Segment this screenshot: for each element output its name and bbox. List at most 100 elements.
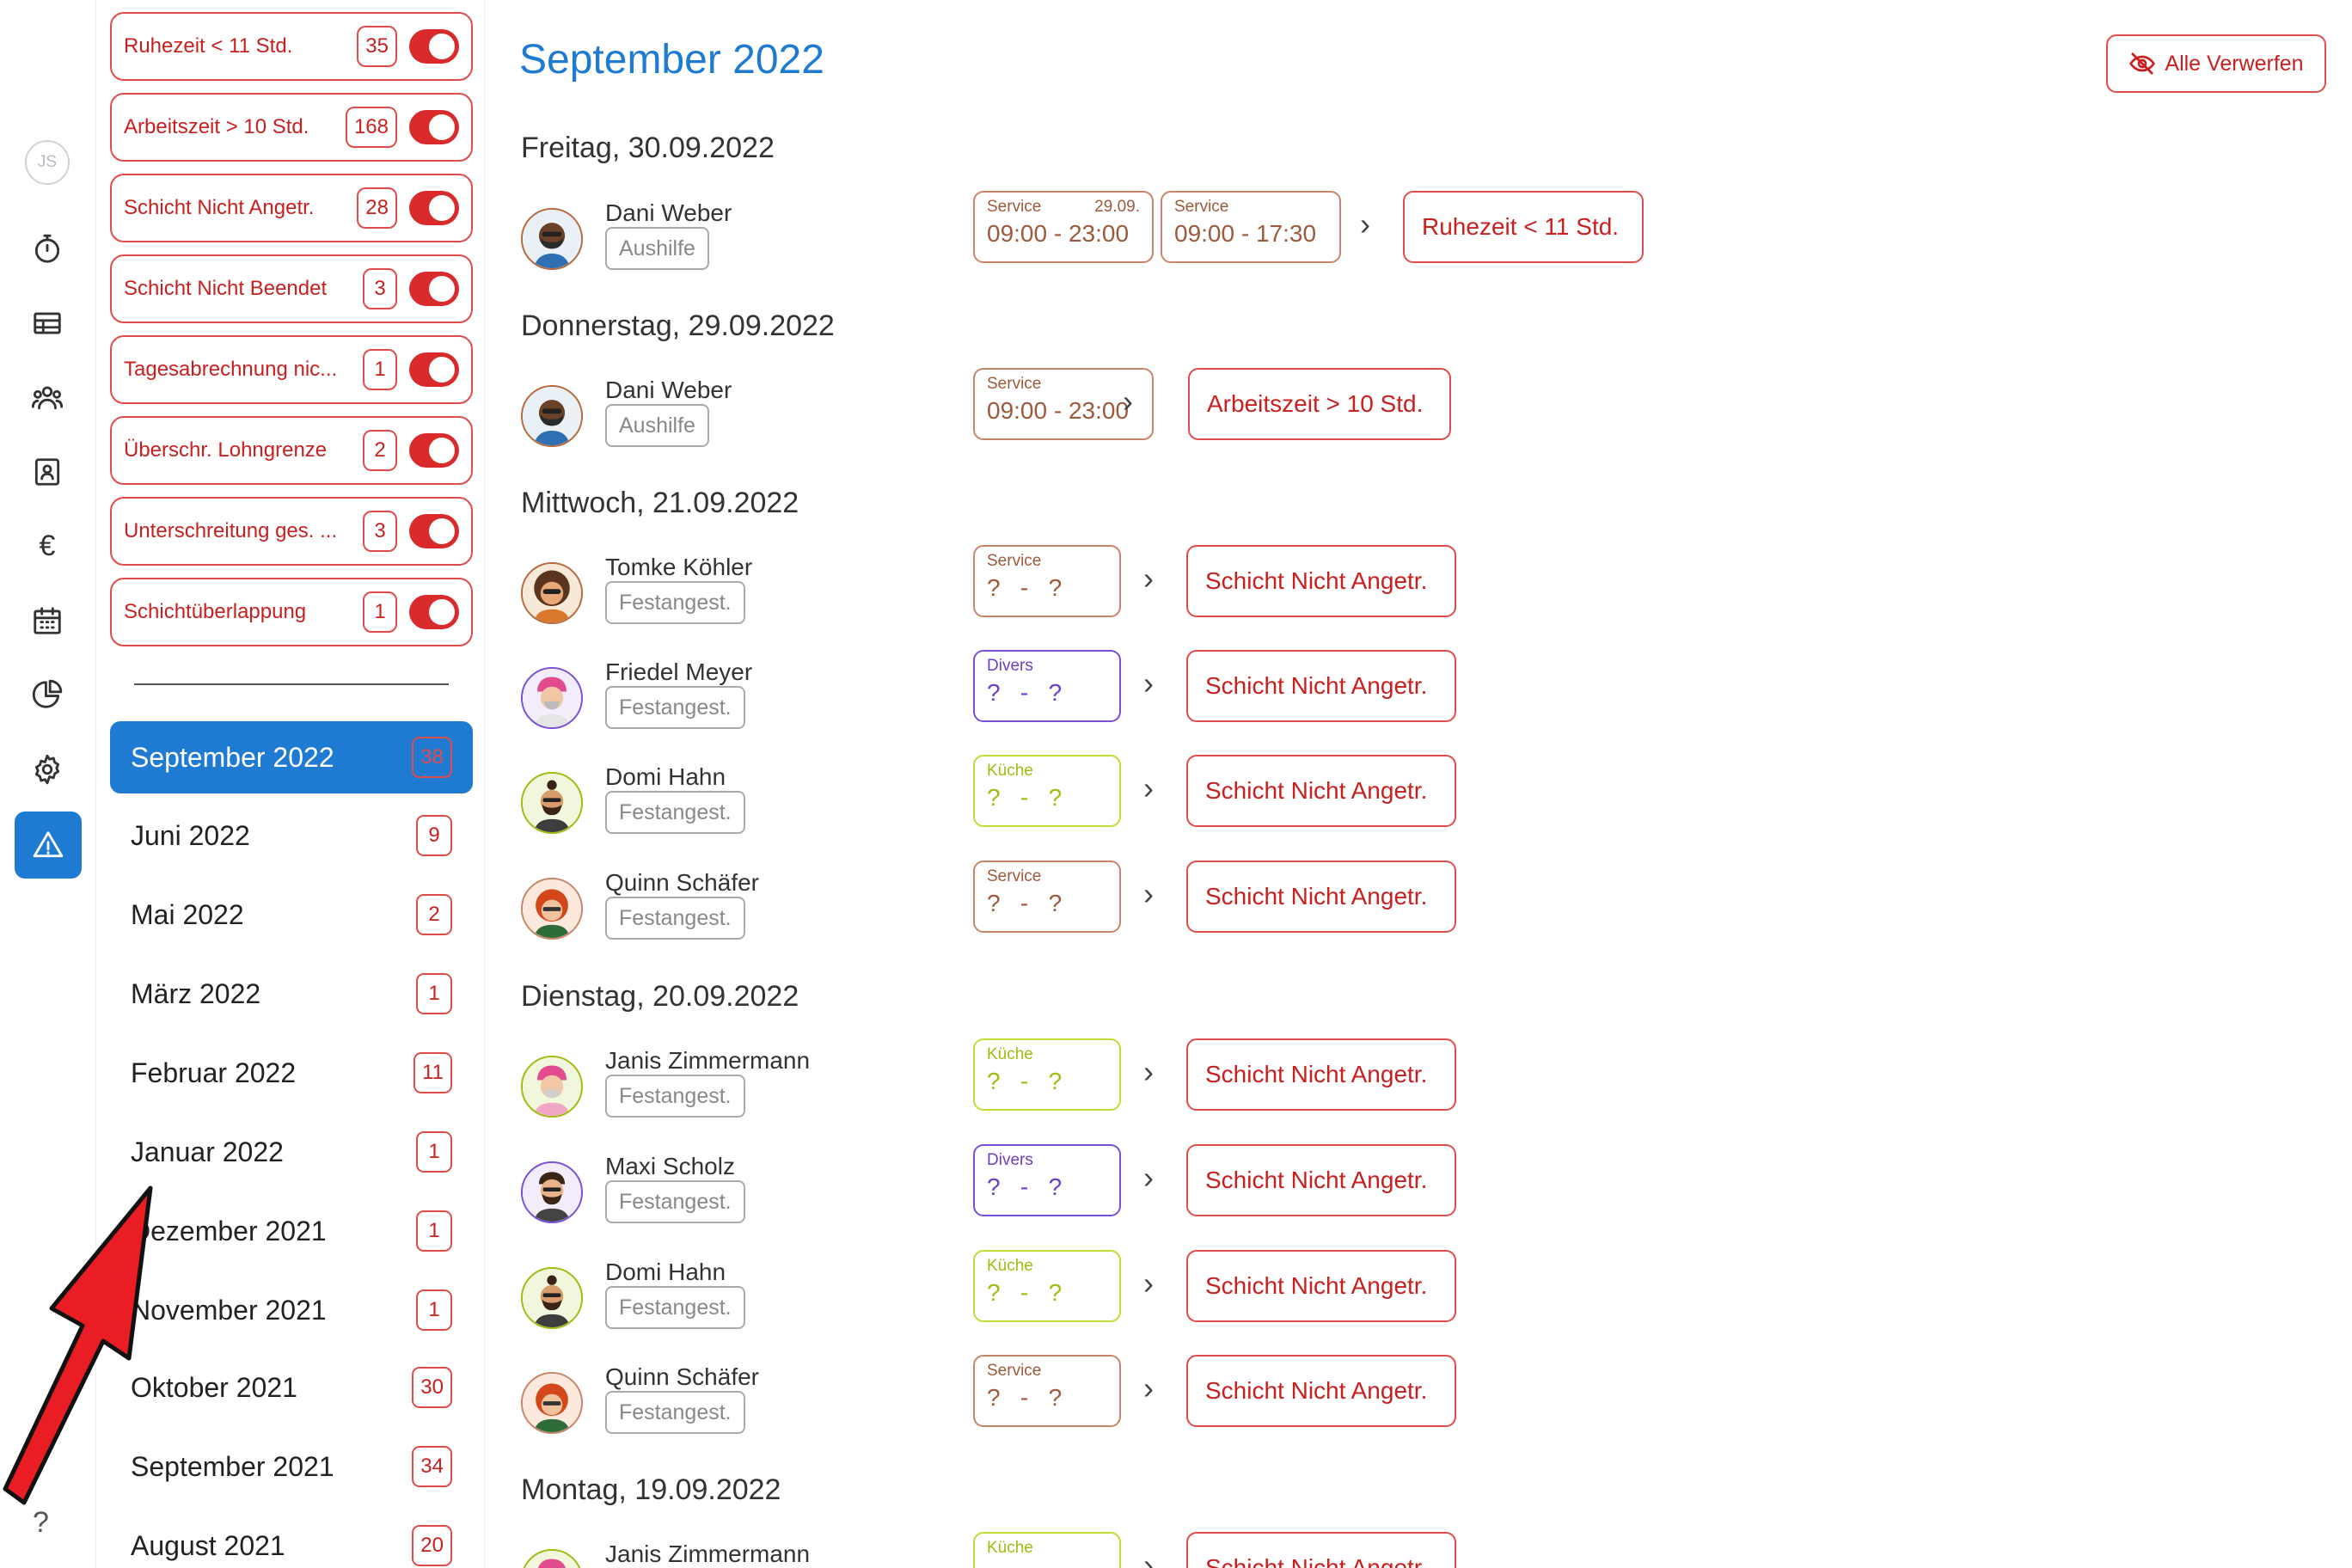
employee-name: Dani Weber [605, 377, 732, 403]
employee-name: Friedel Meyer [605, 658, 753, 685]
month-item[interactable]: Dezember 2021 1 [110, 1195, 473, 1267]
month-item[interactable]: Oktober 2021 30 [110, 1351, 473, 1424]
violation-badge[interactable]: Ruhezeit < 11 Std. [1403, 191, 1644, 263]
filter-row[interactable]: Schicht Nicht Beendet 3 [110, 254, 473, 323]
contact-card-icon[interactable] [22, 447, 72, 497]
employee-role-badge: Festangest. [605, 1075, 745, 1118]
filter-row[interactable]: Ruhezeit < 11 Std. 35 [110, 12, 473, 81]
violation-badge[interactable]: Schicht Nicht Angetr. [1186, 1038, 1456, 1111]
shift-card[interactable]: Service ? - ? [973, 861, 1121, 933]
violation-badge[interactable]: Schicht Nicht Angetr. [1186, 1532, 1456, 1568]
month-item[interactable]: Juni 2022 9 [110, 799, 473, 872]
day-heading: Montag, 19.09.2022 [521, 1473, 781, 1506]
filter-panel: Ruhezeit < 11 Std. 35 Arbeitszeit > 10 S… [96, 0, 485, 1568]
violation-badge[interactable]: Schicht Nicht Angetr. [1186, 1250, 1456, 1322]
shift-card[interactable]: Service 29.09. 09:00 - 23:00 [973, 191, 1154, 263]
shift-type: Küche [987, 1257, 1033, 1275]
violation-badge[interactable]: Schicht Nicht Angetr. [1186, 1355, 1456, 1427]
gear-icon[interactable] [22, 744, 72, 794]
filter-toggle[interactable] [409, 352, 459, 387]
shift-card[interactable]: Service 09:00 - 17:30 [1161, 191, 1341, 263]
filter-row[interactable]: Schichtüberlappung 1 [110, 578, 473, 646]
month-item[interactable]: November 2021 1 [110, 1274, 473, 1346]
pie-chart-icon[interactable] [22, 670, 72, 720]
filter-label: Schicht Nicht Angetr. [124, 196, 315, 219]
filter-toggle[interactable] [409, 110, 459, 144]
month-label: Februar 2022 [131, 1057, 297, 1088]
team-icon[interactable] [22, 372, 72, 422]
violation-badge[interactable]: Schicht Nicht Angetr. [1186, 1144, 1456, 1216]
violation-badge[interactable]: Schicht Nicht Angetr. [1186, 755, 1456, 827]
stopwatch-icon[interactable] [22, 224, 72, 274]
shift-card[interactable]: Küche ? - ? [973, 1038, 1121, 1111]
month-count-badge: 20 [412, 1525, 452, 1566]
violation-badge[interactable]: Schicht Nicht Angetr. [1186, 650, 1456, 722]
filter-toggle[interactable] [409, 29, 459, 64]
violation-entry[interactable]: Tomke Köhler Festangest. Service ? - ? ›… [521, 545, 1638, 640]
filter-toggle[interactable] [409, 272, 459, 306]
employee-avatar [521, 1267, 583, 1329]
violation-entry[interactable]: Quinn Schäfer Festangest. Service ? - ? … [521, 1355, 1638, 1449]
month-item-september-2022[interactable]: September 2022 38 [110, 721, 473, 793]
shift-card[interactable]: Küche ? - ? [973, 755, 1121, 827]
month-item[interactable]: Februar 2022 11 [110, 1037, 473, 1109]
shift-card[interactable]: Service ? - ? [973, 1355, 1121, 1427]
shift-card[interactable]: Divers ? - ? [973, 650, 1121, 722]
employee-name: Janis Zimmermann [605, 1540, 811, 1567]
warning-icon[interactable] [15, 812, 82, 879]
month-item[interactable]: Mai 2022 2 [110, 879, 473, 951]
employee-role-badge: Festangest. [605, 897, 745, 940]
shift-card[interactable]: Küche ? - ? [973, 1250, 1121, 1322]
filter-row[interactable]: Überschr. Lohngrenze 2 [110, 416, 473, 485]
filter-toggle[interactable] [409, 514, 459, 548]
employee-role-badge: Aushilfe [605, 404, 709, 447]
violation-entry[interactable]: Domi Hahn Festangest. Küche ? - ? › Schi… [521, 1250, 1638, 1344]
month-count-badge: 1 [416, 1289, 452, 1331]
filter-row[interactable]: Schicht Nicht Angetr. 28 [110, 174, 473, 242]
discard-all-label: Alle Verwerfen [2165, 51, 2304, 76]
help-icon[interactable]: ? [33, 1506, 49, 1540]
employee-avatar [521, 1056, 583, 1118]
filter-count-badge: 3 [363, 268, 397, 309]
month-item[interactable]: März 2022 1 [110, 958, 473, 1030]
discard-all-button[interactable]: Alle Verwerfen [2106, 34, 2326, 93]
calendar-icon[interactable] [22, 596, 72, 646]
employee-avatar [521, 772, 583, 834]
chevron-right-icon: › [1143, 560, 1154, 596]
month-count-badge: 34 [412, 1446, 452, 1487]
violation-entry[interactable]: Quinn Schäfer Festangest. Service ? - ? … [521, 861, 1638, 955]
violation-entry[interactable]: Janis Zimmermann Küche › Schicht Nicht A… [521, 1532, 1638, 1568]
filter-toggle[interactable] [409, 191, 459, 225]
month-count-badge: 11 [413, 1052, 452, 1093]
violation-badge[interactable]: Schicht Nicht Angetr. [1186, 861, 1456, 933]
filter-toggle[interactable] [409, 433, 459, 468]
user-avatar[interactable]: JS [25, 140, 70, 185]
violation-entry[interactable]: Dani Weber Aushilfe Service 09:00 - 23:0… [521, 368, 1638, 462]
filter-row[interactable]: Arbeitszeit > 10 Std. 168 [110, 93, 473, 162]
filter-count-badge: 168 [345, 107, 397, 148]
violation-entry[interactable]: Maxi Scholz Festangest. Divers ? - ? › S… [521, 1144, 1638, 1239]
filter-label: Überschr. Lohngrenze [124, 438, 328, 462]
main-content: September 2022 Alle Verwerfen Freitag, 3… [485, 0, 2352, 1568]
filter-row[interactable]: Unterschreitung ges. ... 3 [110, 497, 473, 566]
violation-entry[interactable]: Janis Zimmermann Festangest. Küche ? - ?… [521, 1038, 1638, 1133]
shift-card[interactable]: Divers ? - ? [973, 1144, 1121, 1216]
shift-card[interactable]: Küche [973, 1532, 1121, 1568]
violation-entry[interactable]: Domi Hahn Festangest. Küche ? - ? › Schi… [521, 755, 1638, 849]
chevron-right-icon: › [1143, 1547, 1154, 1568]
violation-badge[interactable]: Schicht Nicht Angetr. [1186, 545, 1456, 617]
violation-entry[interactable]: Friedel Meyer Festangest. Divers ? - ? ›… [521, 650, 1638, 744]
shift-card[interactable]: Service ? - ? [973, 545, 1121, 617]
chevron-right-icon: › [1143, 1160, 1154, 1195]
violation-entry[interactable]: Dani Weber Aushilfe Service 29.09. 09:00… [521, 191, 1644, 285]
table-icon[interactable] [22, 298, 72, 348]
filter-toggle[interactable] [409, 595, 459, 629]
shift-time: ? - ? [987, 890, 1063, 916]
filter-row[interactable]: Tagesabrechnung nic... 1 [110, 335, 473, 404]
month-item[interactable]: Januar 2022 1 [110, 1116, 473, 1188]
violation-badge[interactable]: Arbeitszeit > 10 Std. [1188, 368, 1451, 440]
euro-icon[interactable]: € [22, 521, 72, 571]
shift-date: 29.09. [1094, 198, 1140, 216]
month-item[interactable]: September 2021 34 [110, 1430, 473, 1503]
month-item[interactable]: August 2021 20 [110, 1510, 473, 1568]
